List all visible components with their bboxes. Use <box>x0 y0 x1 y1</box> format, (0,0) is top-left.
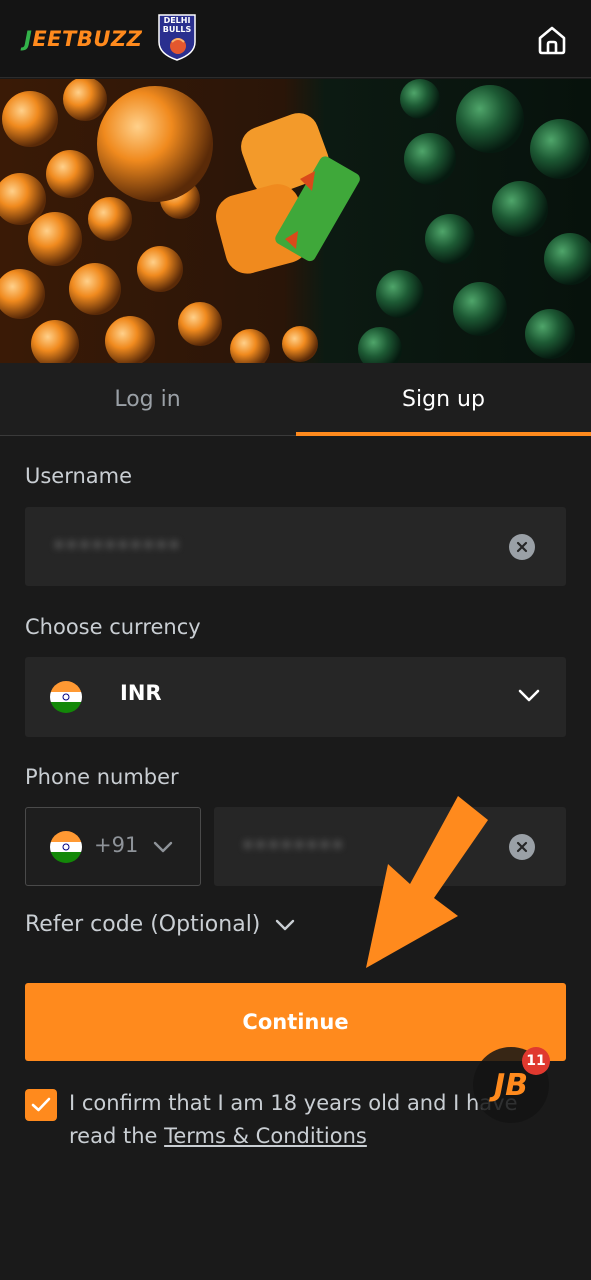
home-icon <box>538 26 566 55</box>
chat-logo: JB <box>493 1067 529 1103</box>
phone-label: Phone number <box>25 765 179 789</box>
username-label: Username <box>25 464 133 488</box>
refer-code-toggle[interactable]: Refer code (Optional) <box>25 912 296 937</box>
india-flag-icon <box>50 681 82 713</box>
active-tab-indicator <box>296 432 591 436</box>
hero-banner <box>0 79 591 363</box>
checkmark-icon <box>31 1097 51 1112</box>
refer-code-label: Refer code (Optional) <box>25 912 261 937</box>
clear-username-button[interactable] <box>509 534 535 560</box>
jeetbuzz-logo[interactable]: JEETBUZZ <box>24 22 142 56</box>
chevron-down-icon <box>153 841 173 853</box>
india-flag-icon <box>50 831 82 863</box>
terms-link[interactable]: Terms & Conditions <box>164 1124 367 1148</box>
username-field[interactable]: •••••••••• <box>25 507 566 586</box>
dial-code: +91 <box>94 833 139 857</box>
tab-log-in[interactable]: Log in <box>0 363 295 436</box>
country-code-select[interactable]: +91 <box>25 807 201 886</box>
currency-select[interactable]: INR <box>25 657 566 737</box>
tab-sign-up[interactable]: Sign up <box>296 363 591 436</box>
chevron-down-icon <box>518 689 540 702</box>
notification-badge: 11 <box>522 1047 550 1075</box>
close-icon <box>516 541 528 553</box>
close-icon <box>516 841 528 853</box>
username-value: •••••••••• <box>53 533 181 557</box>
currency-value: INR <box>120 681 162 705</box>
chevron-down-icon <box>276 919 295 930</box>
currency-label: Choose currency <box>25 615 201 639</box>
clear-phone-button[interactable] <box>509 834 535 860</box>
top-bar: JEETBUZZ DELHI BULLS <box>0 0 591 78</box>
age-confirm-checkbox[interactable] <box>25 1089 57 1121</box>
hero-banner-image <box>0 79 591 363</box>
phone-number-field[interactable]: •••••••• <box>214 807 566 886</box>
phone-number-value: •••••••• <box>242 833 345 857</box>
logo-wordmark: EETBUZZ <box>32 27 143 51</box>
continue-button[interactable]: Continue <box>25 983 566 1061</box>
partner-badge-text: DELHI BULLS <box>162 16 192 34</box>
home-button[interactable] <box>532 20 572 60</box>
auth-tabs: Log in Sign up <box>0 363 591 436</box>
